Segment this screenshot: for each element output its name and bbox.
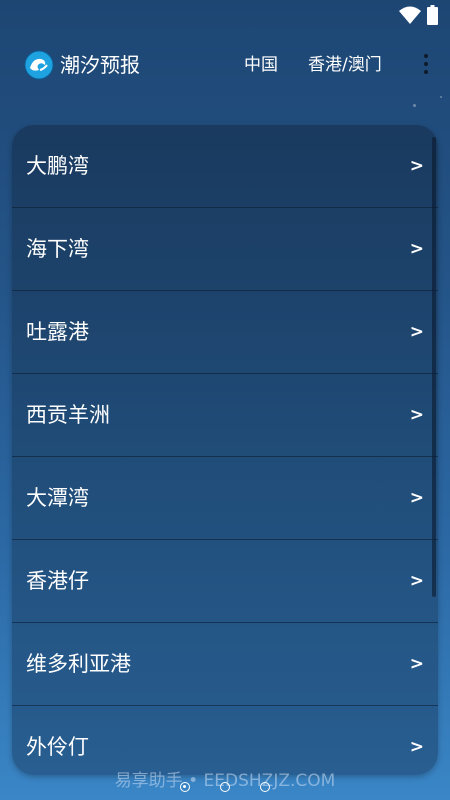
chevron-right-icon: > — [409, 737, 424, 757]
list-item-label: 吐露港 — [26, 320, 89, 344]
scrollbar[interactable] — [432, 137, 436, 597]
chevron-right-icon: > — [409, 488, 424, 508]
list-item-label: 维多利亚港 — [26, 652, 131, 676]
more-vertical-icon[interactable] — [422, 52, 430, 78]
page-dot[interactable] — [260, 782, 270, 792]
app-title: 潮汐预报 — [60, 53, 140, 77]
battery-icon — [427, 5, 438, 25]
chevron-right-icon: > — [409, 654, 424, 674]
tab-hongkong-macau[interactable]: 香港/澳门 — [308, 50, 382, 80]
wifi-icon — [399, 6, 421, 24]
page-dot[interactable] — [220, 782, 230, 792]
list-item[interactable]: 海下湾 > — [12, 208, 438, 291]
list-item-label: 大鹏湾 — [26, 154, 89, 178]
list-item-label: 香港仔 — [26, 569, 89, 593]
list-item-label: 海下湾 — [26, 237, 89, 261]
wave-logo-icon[interactable] — [24, 50, 54, 80]
list-item[interactable]: 吐露港 > — [12, 291, 438, 374]
status-bar — [0, 0, 450, 30]
list-item[interactable]: 大潭湾 > — [12, 457, 438, 540]
list-item[interactable]: 维多利亚港 > — [12, 623, 438, 706]
chevron-right-icon: > — [409, 571, 424, 591]
chevron-right-icon: > — [409, 239, 424, 259]
page-indicator — [175, 780, 275, 796]
page-dot[interactable] — [180, 782, 190, 792]
chevron-right-icon: > — [409, 322, 424, 342]
tab-china[interactable]: 中国 — [244, 50, 278, 80]
decorative-dot — [440, 96, 442, 98]
list-item-label: 大潭湾 — [26, 486, 89, 510]
list-item-label: 西贡羊洲 — [26, 403, 110, 427]
list-item[interactable]: 香港仔 > — [12, 540, 438, 623]
chevron-right-icon: > — [409, 156, 424, 176]
location-list: 大鹏湾 > 海下湾 > 吐露港 > 西贡羊洲 > 大潭湾 > 香港仔 > 维多利… — [12, 125, 438, 775]
decorative-dot — [413, 104, 416, 107]
list-item[interactable]: 大鹏湾 > — [12, 125, 438, 208]
list-item[interactable]: 西贡羊洲 > — [12, 374, 438, 457]
app-bar: 潮汐预报 中国 香港/澳门 — [0, 34, 450, 96]
list-item[interactable]: 外伶仃 > — [12, 706, 438, 775]
list-item-label: 外伶仃 — [26, 735, 89, 759]
chevron-right-icon: > — [409, 405, 424, 425]
